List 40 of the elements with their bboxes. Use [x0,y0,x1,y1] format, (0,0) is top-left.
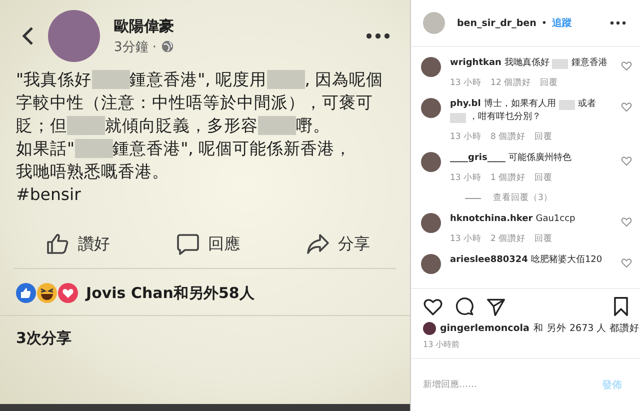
comment-text: 我哋真係好 [504,57,550,70]
post-text: 貶；但 [16,115,67,137]
comment-time: 13 小時 [450,172,482,184]
reactions-summary[interactable]: Jovis Chan和另外58人 [86,284,254,302]
comment-username[interactable]: arieslee880324 [450,254,528,267]
comment-text: 鍾意香港 [571,57,608,70]
comment-text: 博士，如果有人用 [484,98,556,111]
post-time: 3分鐘 · [114,38,157,56]
post-text: #bensir [16,184,81,206]
comment-text: 唸肥豬婆大佰120 [530,254,602,267]
action-button[interactable]: 分享 [306,230,370,258]
post-text: 我哋唔熟悉嘅香港。 [16,161,169,183]
comment-username[interactable]: hknotchina.hker [450,213,533,226]
likes-summary[interactable]: 和 另外 2673 人 都讚好 [533,322,640,335]
comment-text: ，咁有咩乜分別？ [469,111,541,124]
post-text: 就傾向貶義，多形容 [105,115,258,137]
comment-text: 或者 [578,98,596,111]
post-text: "我真係好 [16,69,92,91]
separator-dot: • [541,18,547,28]
post-text: 鍾意香港", 呢度用 [130,69,267,91]
comment-time: 13 小時 [450,131,482,143]
comment-username[interactable]: phy.bl [450,98,481,111]
action-button[interactable]: 讚好 [46,230,110,258]
share-count[interactable]: 3次分享 [16,329,72,347]
post-text: 字較中性（注意：中性唔等於中間派），可褒可 [16,92,373,114]
liker-username[interactable]: gingerlemoncola [440,323,530,334]
comment-text: Gau1ccp [536,213,576,226]
post-text: , 因為呢個 [304,69,384,91]
post-text: 鍾意香港", 呢個可能係新香港， [112,138,352,160]
comment-text: 可能係廣州特色 [508,152,572,165]
comment-time: 13 小時 [450,77,482,89]
comment-username[interactable]: wrightkan [450,57,502,70]
post-text: 嘢。 [296,115,330,137]
post-time: 13 小時前 [423,340,460,349]
action-button[interactable]: 回應 [176,230,240,258]
post-text: 如果話" [16,138,75,160]
author-name[interactable]: 歐陽偉豪 [114,16,352,36]
comment-time: 13 小時 [450,233,482,245]
username[interactable]: ben_sir_dr_ben [457,18,536,28]
comment-username[interactable]: ____gris____ [450,152,506,165]
